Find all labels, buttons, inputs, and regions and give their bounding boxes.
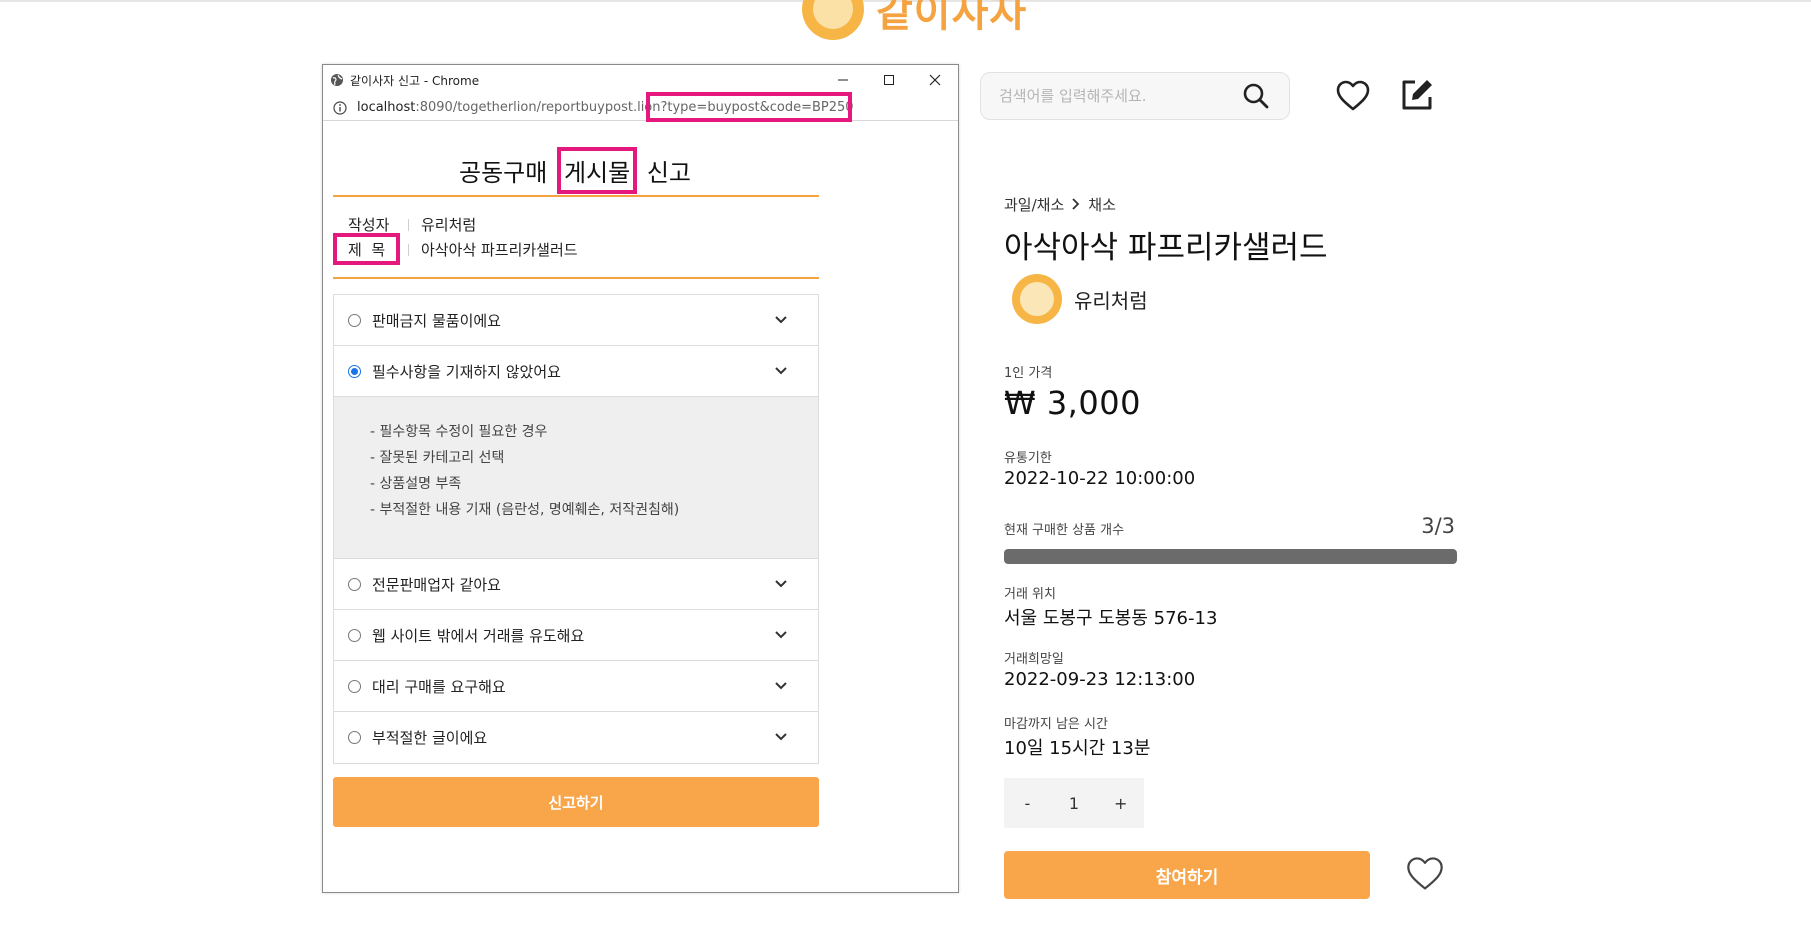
search-icon[interactable] [1241, 81, 1271, 111]
quantity-increase-button[interactable]: + [1101, 794, 1141, 813]
report-title: 공동구매 게시물 신고 [323, 147, 827, 194]
address-bar[interactable]: localhost:8090/togetherlion/reportbuypos… [323, 92, 958, 122]
close-icon[interactable] [912, 65, 958, 95]
reason-detail-item: - 상품설명 부족 [370, 476, 462, 492]
progress-fill [1004, 549, 1457, 564]
quantity-decrease-button[interactable]: - [1007, 794, 1047, 813]
date-value: 2022-09-23 12:13:00 [1004, 669, 1196, 690]
report-reason-list: 판매금지 물품이에요 필수사항을 기재하지 않았어요 - 필수항목 수정이 필요… [333, 294, 819, 764]
report-title-prefix: 공동구매 [459, 159, 555, 187]
reason-option[interactable]: 전문판매업자 같아요 [334, 559, 818, 610]
window-controls [820, 65, 958, 95]
reason-detail-panel: - 필수항목 수정이 필요한 경우 - 잘못된 카테고리 선택 - 상품설명 부… [334, 397, 818, 559]
author-row: 작성자 유리처럼 [348, 214, 476, 235]
reason-option[interactable]: 웹 사이트 밖에서 거래를 유도해요 [334, 610, 818, 661]
reason-label: 필수사항을 기재하지 않았어요 [372, 362, 561, 381]
popup-titlebar[interactable]: 같이사자 신고 - Chrome [323, 65, 958, 95]
chevron-down-icon[interactable] [774, 628, 788, 642]
report-title-suffix: 신고 [639, 159, 691, 187]
report-popup-window: 같이사자 신고 - Chrome localhost:8090/together… [322, 64, 959, 893]
subject-value: 아삭아삭 파프리카샐러드 [421, 241, 578, 259]
reason-label: 판매금지 물품이에요 [372, 311, 501, 330]
reason-detail-item: - 필수항목 수정이 필요한 경우 [370, 424, 548, 440]
purchase-progress-bar [1004, 549, 1457, 564]
logo-text: 같이사자 [876, 0, 1028, 36]
purchase-count: 3/3 [1421, 514, 1455, 538]
seller-name: 유리처럼 [1074, 288, 1148, 313]
chevron-down-icon[interactable] [774, 679, 788, 693]
breadcrumb: 과일/채소 채소 [1004, 194, 1116, 215]
reason-label: 대리 구매를 요구해요 [372, 677, 506, 696]
url-host: localhost [357, 100, 416, 115]
minimize-icon[interactable] [820, 65, 866, 95]
quantity-value: 1 [1068, 793, 1080, 813]
quantity-stepper: - 1 + [1004, 778, 1144, 828]
chevron-down-icon[interactable] [774, 730, 788, 744]
author-value: 유리처럼 [421, 216, 477, 234]
remaining-time-label: 마감까지 남은 시간 [1004, 717, 1108, 732]
seller-info[interactable]: 유리처럼 [1012, 274, 1148, 324]
radio-button-selected[interactable] [348, 364, 361, 378]
subject-highlight-box [333, 233, 400, 265]
expiry-label: 유통기한 [1004, 451, 1052, 466]
reason-option[interactable]: 대리 구매를 요구해요 [334, 661, 818, 712]
report-submit-button[interactable]: 신고하기 [333, 777, 819, 827]
like-heart-icon[interactable] [1405, 854, 1445, 894]
reason-label: 부적절한 글이에요 [372, 729, 488, 747]
divider-top [333, 195, 819, 197]
radio-button[interactable] [348, 731, 361, 744]
seller-avatar [1012, 274, 1062, 324]
category-link[interactable]: 과일/채소 [1004, 194, 1064, 215]
url-query-highlight-box [646, 92, 852, 122]
write-post-edit-icon[interactable] [1398, 76, 1436, 114]
popup-window-title: 같이사자 신고 - Chrome [350, 73, 480, 88]
search-input[interactable] [999, 87, 1241, 105]
chevron-down-icon[interactable] [774, 577, 788, 591]
reason-detail-item: - 부적절한 내용 기재 (음란성, 명예훼손, 저작권침해) [370, 502, 680, 518]
price-value: ₩ 3,000 [1004, 384, 1141, 422]
reason-detail-item: - 잘못된 카테고리 선택 [370, 450, 505, 466]
reason-option-selected[interactable]: 필수사항을 기재하지 않았어요 [334, 346, 818, 397]
reason-label: 전문판매업자 같아요 [372, 575, 501, 594]
lion-logo-icon [802, 0, 864, 40]
expiry-value: 2022-10-22 10:00:00 [1004, 468, 1196, 489]
search-box [980, 72, 1290, 120]
radio-button[interactable] [348, 577, 361, 591]
product-title: 아삭아삭 파프리카샐러드 [1004, 230, 1328, 266]
chevron-down-icon[interactable] [774, 364, 788, 378]
radio-button[interactable] [348, 679, 361, 693]
location-value: 서울 도봉구 도봉동 576-13 [1004, 608, 1218, 629]
info-icon[interactable] [333, 100, 347, 115]
radio-button[interactable] [348, 313, 361, 327]
location-label: 거래 위치 [1004, 587, 1056, 602]
join-button[interactable]: 참여하기 [1004, 851, 1370, 899]
radio-button[interactable] [348, 628, 361, 642]
report-title-post-highlight: 게시물 [556, 147, 638, 194]
reason-option[interactable]: 판매금지 물품이에요 [334, 295, 818, 346]
author-label: 작성자 [348, 216, 390, 234]
remaining-time-value: 10일 15시간 13분 [1004, 738, 1151, 759]
globe-icon [330, 73, 344, 87]
wishlist-heart-icon[interactable] [1335, 78, 1371, 114]
date-label: 거래희망일 [1004, 652, 1064, 667]
reason-option[interactable]: 부적절한 글이에요 [334, 712, 818, 763]
maximize-icon[interactable] [866, 65, 912, 95]
purchase-count-label: 현재 구매한 상품 개수 [1004, 523, 1125, 538]
reason-label: 웹 사이트 밖에서 거래를 유도해요 [372, 626, 585, 645]
chevron-down-icon[interactable] [774, 313, 788, 327]
site-logo[interactable]: 같이사자 [802, 0, 1027, 40]
price-label: 1인 가격 [1004, 366, 1053, 381]
divider-bottom [333, 277, 819, 279]
chevron-right-icon [1070, 196, 1082, 214]
subcategory-link[interactable]: 채소 [1088, 194, 1116, 215]
